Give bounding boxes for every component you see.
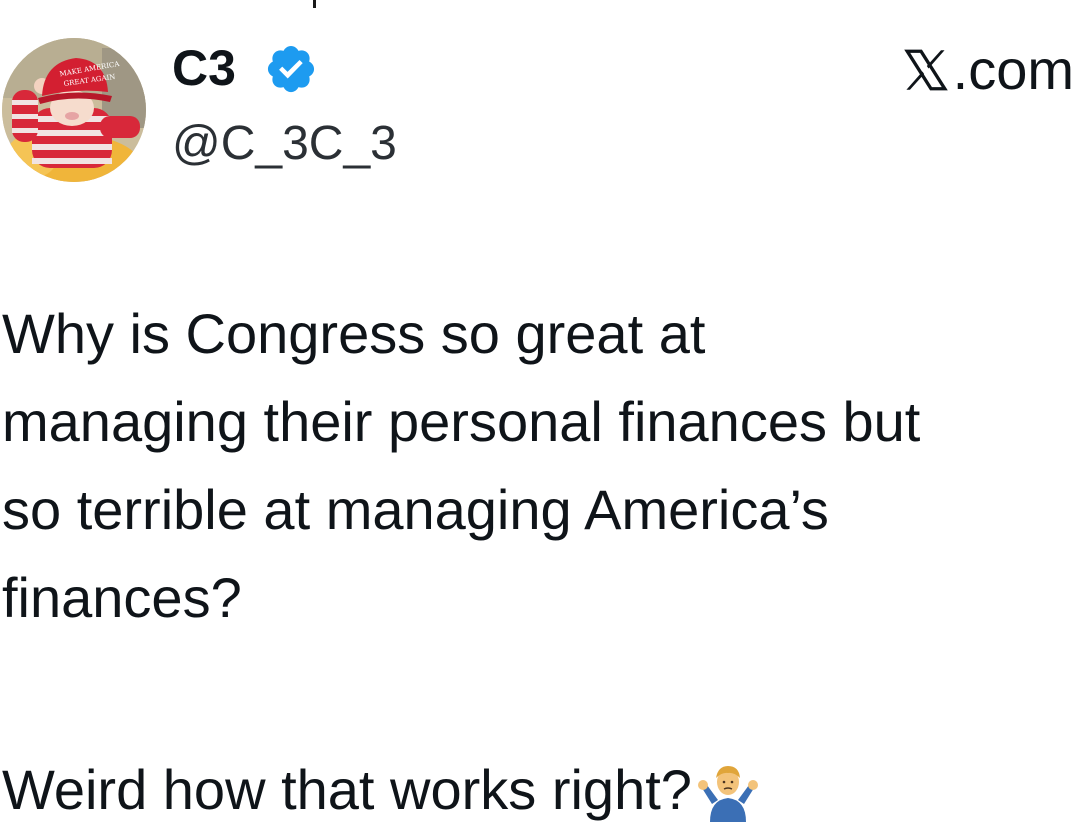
user-handle[interactable]: @C_3C_3 — [172, 114, 397, 174]
display-name[interactable]: C3 — [172, 38, 236, 98]
brand-label: .com — [952, 38, 1074, 101]
x-logo-icon — [903, 49, 948, 91]
tweet-followup-text: Weird how that works right? — [2, 758, 692, 821]
tweet-followup: Weird how that works right? — [2, 750, 760, 830]
brand-watermark: .com — [901, 38, 1074, 102]
verified-badge-icon — [267, 45, 315, 93]
avatar[interactable]: MAKE AMERICA GREAT AGAIN — [2, 38, 146, 182]
tweet-text: Why is Congress so great at managing the… — [2, 302, 921, 629]
tweet-header: MAKE AMERICA GREAT AGAIN C3 @C_3C_3 .com — [0, 0, 1080, 200]
avatar-image: MAKE AMERICA GREAT AGAIN — [2, 38, 146, 182]
person-shrugging-icon — [697, 766, 758, 822]
